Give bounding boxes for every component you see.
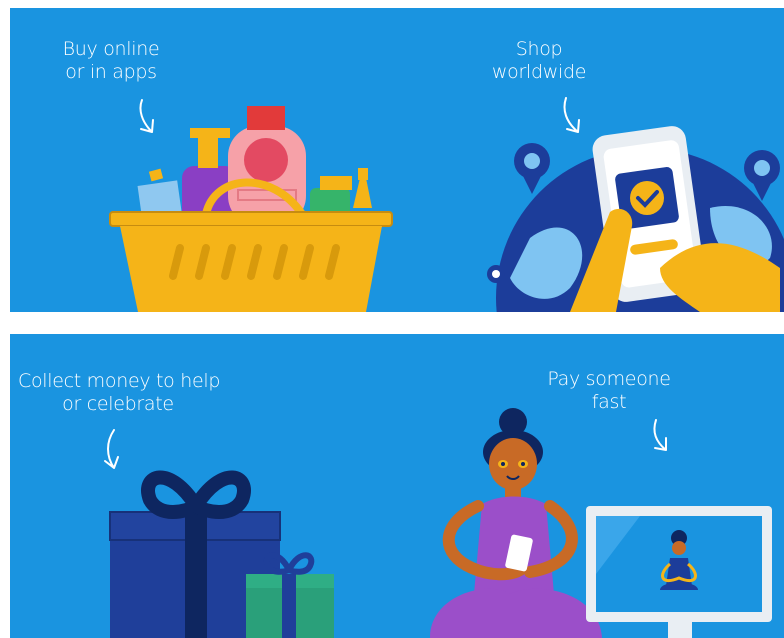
caption-line: fast — [591, 391, 627, 413]
caption-line: worldwide — [491, 61, 587, 83]
pay-someone-caption: Pay someone fast — [544, 368, 674, 414]
caption-line: or in apps — [65, 61, 157, 83]
shop-worldwide-caption: Shop worldwide — [484, 38, 594, 84]
curved-arrow-icon — [104, 429, 119, 469]
buy-online-caption: Buy online or in apps — [56, 38, 166, 84]
top-panel: Buy online or in apps Shop worldwide — [10, 8, 784, 312]
caption-line: Shop — [515, 38, 563, 60]
collect-money-caption: Collect money to help or celebrate — [18, 370, 221, 416]
person-illustration — [430, 408, 602, 638]
bottom-panel: Collect money to help or celebrate Pay s… — [10, 334, 784, 638]
curved-arrow-icon — [563, 97, 580, 133]
caption-line: Buy online — [62, 38, 160, 60]
caption-line: Pay someone — [547, 368, 671, 390]
curved-arrow-icon — [653, 419, 667, 451]
globe-phone-illustration — [487, 126, 784, 312]
gift-boxes-illustration — [109, 470, 334, 638]
caption-line: Collect money to help — [18, 370, 221, 392]
monitor-illustration — [586, 506, 772, 638]
caption-line: or celebrate — [62, 393, 174, 415]
shopping-basket-illustration — [109, 106, 393, 312]
curved-arrow-icon — [139, 99, 154, 133]
